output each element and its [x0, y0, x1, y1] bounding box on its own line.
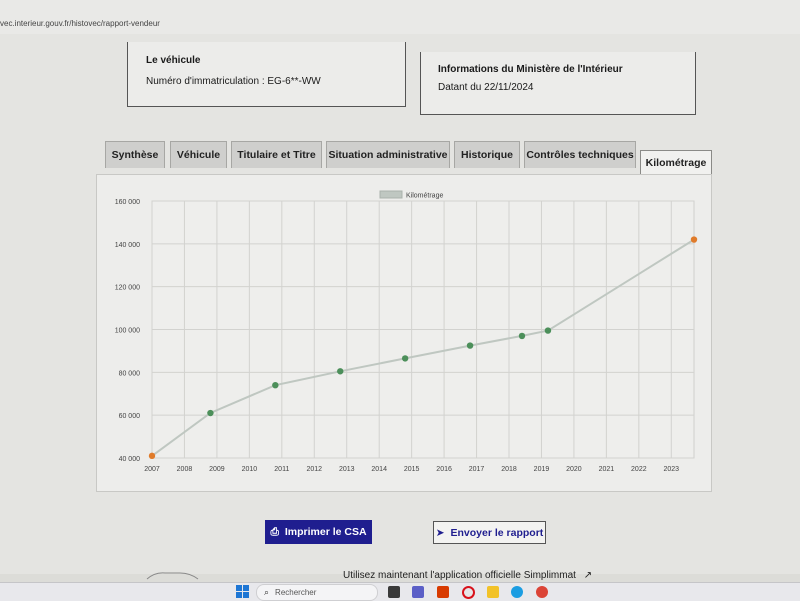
x-tick-label: 2020 — [566, 466, 582, 473]
y-tick-label: 120 000 — [115, 285, 140, 292]
legend-swatch — [379, 190, 403, 199]
tab-kilometrage[interactable]: Kilométrage — [640, 150, 712, 174]
printer-icon: ⎙ — [270, 525, 279, 538]
taskbar-search[interactable]: ⌕ Rechercher — [256, 584, 378, 601]
office-icon[interactable] — [437, 586, 449, 598]
url-text[interactable]: vec.interieur.gouv.fr/histovec/rapport-v… — [0, 19, 160, 28]
opera-icon[interactable] — [462, 586, 475, 599]
app-promo-text: Utilisez maintenant l'application offici… — [343, 570, 576, 581]
ministry-info-title: Informations du Ministère de l'Intérieur — [438, 64, 623, 75]
windows-start-icon[interactable] — [236, 585, 249, 598]
file-explorer-icon[interactable] — [487, 586, 499, 598]
data-point — [466, 342, 474, 349]
y-tick-label: 80 000 — [119, 370, 141, 377]
tab-controles-techniques[interactable]: Contrôles techniques — [524, 141, 636, 168]
plate-number: Numéro d'immatriculation : EG-6**-WW — [146, 76, 321, 87]
x-tick-label: 2010 — [242, 466, 258, 473]
y-tick-label: 140 000 — [115, 242, 140, 249]
x-tick-label: 2014 — [371, 466, 387, 473]
data-point — [207, 409, 214, 417]
x-tick-label: 2021 — [599, 466, 615, 473]
legend-label: Kilométrage — [406, 193, 443, 200]
vehicle-info-box — [127, 42, 406, 107]
y-tick-label: 40 000 — [119, 456, 141, 463]
tab-historique[interactable]: Historique — [454, 141, 520, 168]
x-tick-label: 2023 — [663, 466, 679, 473]
y-tick-label: 100 000 — [115, 328, 140, 335]
mileage-chart: 40 000 60 000 80 000 100 000 120 000 140 000 1… — [115, 190, 698, 473]
x-tick-label: 2012 — [306, 466, 322, 473]
tab-situation-administrative[interactable]: Situation administrative — [326, 141, 450, 168]
x-tick-label: 2011 — [274, 466, 289, 473]
chrome-icon[interactable] — [536, 586, 548, 598]
x-tick-label: 2022 — [631, 466, 647, 473]
x-tick-label: 2015 — [404, 466, 420, 473]
x-tick-label: 2013 — [339, 466, 355, 473]
vehicle-info-title: Le véhicule — [146, 55, 201, 66]
browser-address-bar: vec.interieur.gouv.fr/histovec/rapport-v… — [0, 0, 800, 35]
tab-vehicule[interactable]: Véhicule — [170, 141, 227, 168]
teams-icon[interactable] — [412, 586, 424, 598]
mileage-chart-panel: 40 000 60 000 80 000 100 000 120 000 140 000 1… — [96, 174, 712, 492]
data-point — [401, 355, 409, 362]
data-point — [518, 332, 526, 340]
print-csa-button[interactable]: ⎙ Imprimer le CSA — [265, 520, 372, 544]
data-point — [272, 381, 279, 389]
x-tick-label: 2008 — [177, 466, 193, 473]
tab-synthese[interactable]: Synthèse — [105, 141, 165, 168]
windows-taskbar — [0, 582, 800, 601]
data-point — [544, 327, 552, 334]
external-link-icon: ↗ — [583, 570, 593, 581]
data-point — [690, 236, 698, 243]
search-icon: ⌕ — [264, 587, 270, 597]
x-tick-label: 2017 — [469, 466, 485, 473]
data-point — [148, 452, 156, 460]
send-arrow-icon: ➤ — [435, 526, 445, 539]
taskview-icon[interactable] — [388, 586, 400, 598]
send-report-label: Envoyer le rapport — [450, 526, 544, 539]
x-tick-label: 2018 — [501, 466, 517, 473]
data-point — [337, 368, 344, 375]
tab-titulaire[interactable]: Titulaire et Titre — [231, 141, 322, 168]
car-illustration — [146, 572, 199, 580]
taskbar-search-placeholder: Rechercher — [275, 588, 317, 597]
y-tick-label: 60 000 — [119, 413, 141, 420]
ministry-date: Datant du 22/11/2024 — [438, 82, 534, 93]
send-report-button[interactable]: ➤ Envoyer le rapport — [433, 521, 546, 544]
edge-icon[interactable] — [511, 586, 523, 598]
app-promo-link[interactable]: Utilisez maintenant l'application offici… — [343, 570, 592, 581]
x-tick-label: 2016 — [436, 466, 452, 473]
y-tick-label: 160 000 — [115, 199, 140, 206]
x-tick-label: 2009 — [209, 466, 225, 473]
x-tick-label: 2007 — [144, 466, 160, 473]
x-tick-label: 2019 — [534, 466, 550, 473]
print-csa-label: Imprimer le CSA — [284, 526, 367, 538]
